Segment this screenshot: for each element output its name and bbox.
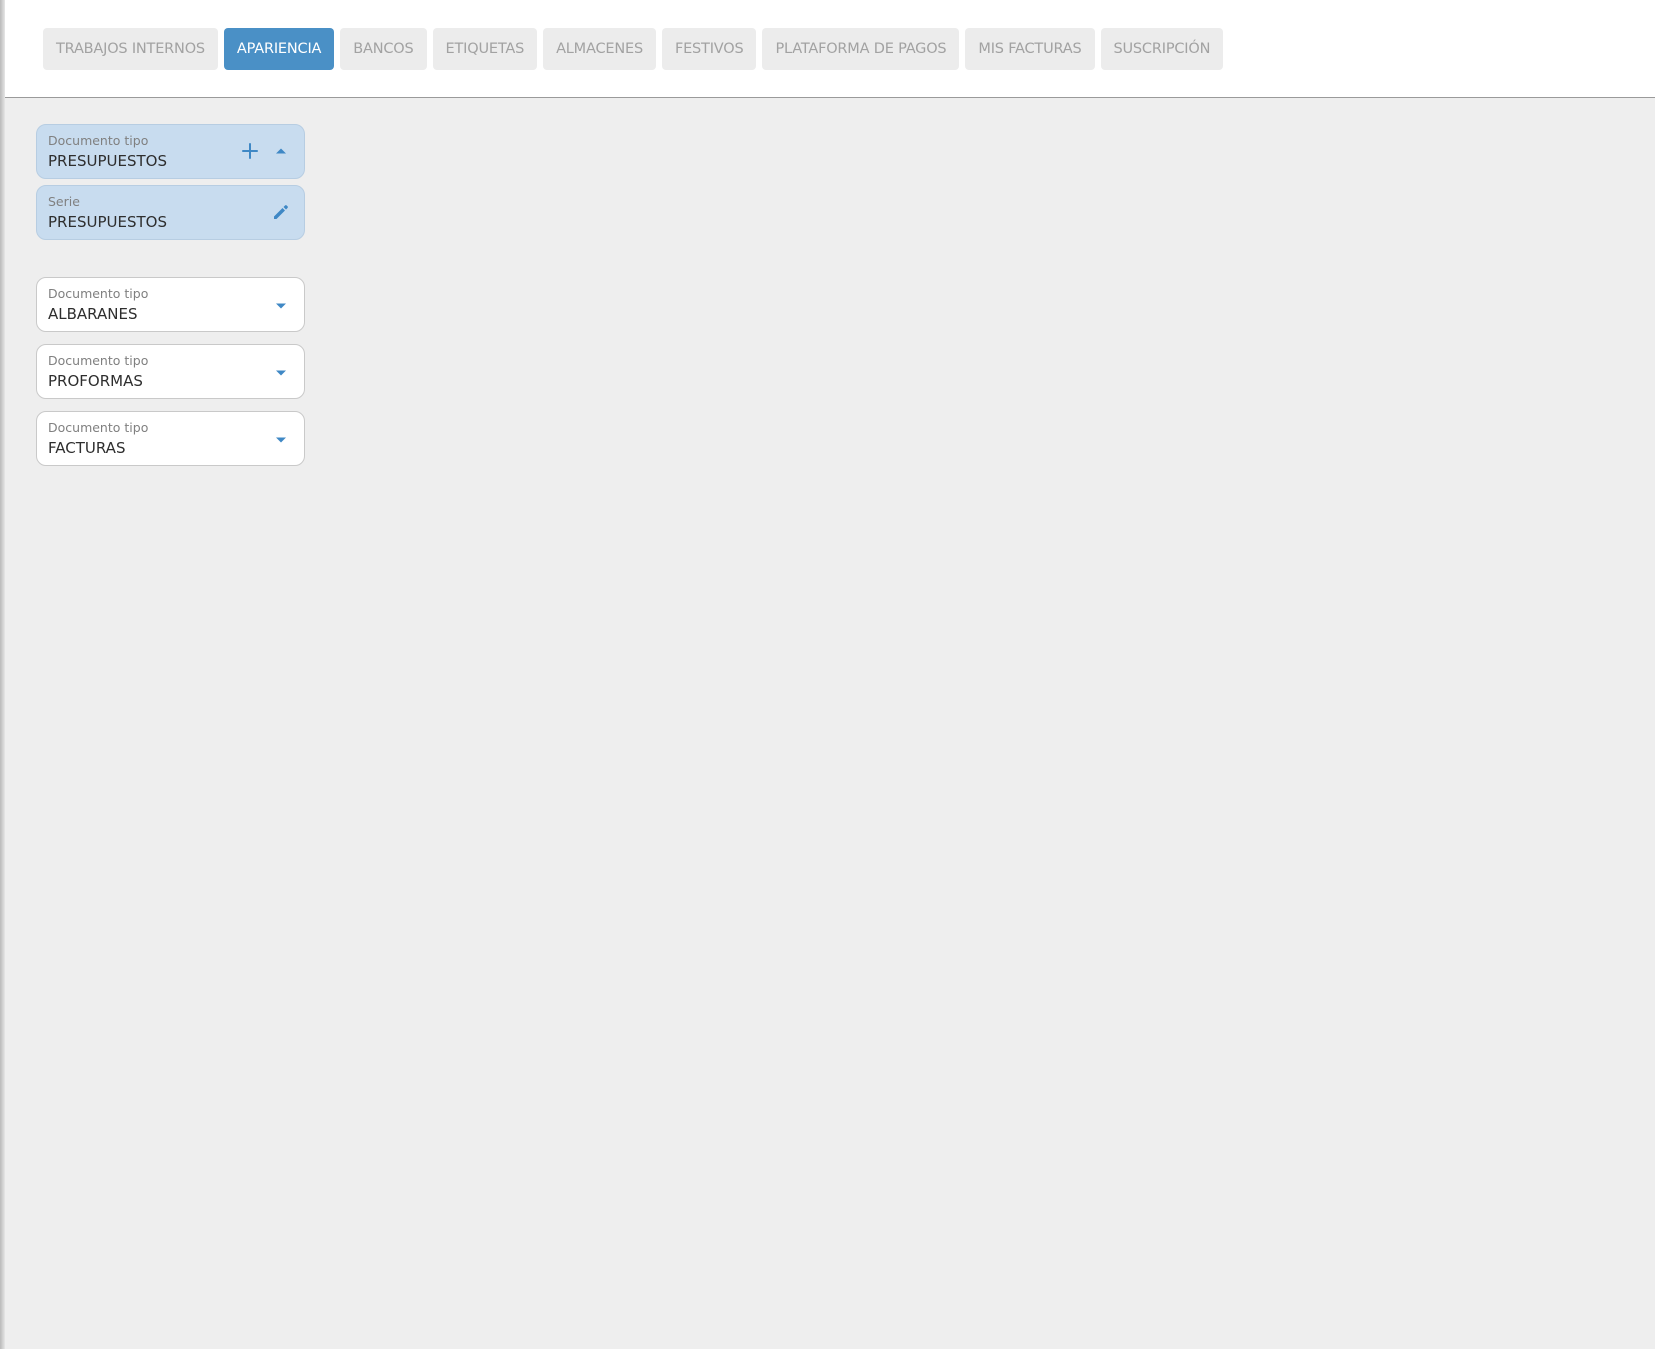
doc-type-proformas[interactable]: Documento tipo PROFORMAS — [36, 344, 305, 399]
chevron-down-icon[interactable] — [270, 429, 292, 451]
tab-apariencia[interactable]: APARIENCIA — [223, 28, 335, 70]
tab-mis-facturas[interactable]: MIS FACTURAS — [965, 28, 1095, 70]
pencil-icon[interactable] — [270, 201, 292, 223]
doc-type-albaranes[interactable]: Documento tipo ALBARANES — [36, 277, 305, 332]
serie-presupuestos[interactable]: Serie PRESUPUESTOS — [36, 185, 305, 240]
field-label: Documento tipo — [48, 420, 149, 435]
tab-festivos[interactable]: FESTIVOS — [661, 28, 757, 70]
field-value: PRESUPUESTOS — [48, 152, 167, 170]
settings-tabs: TRABAJOS INTERNOS APARIENCIA BANCOS ETIQ… — [43, 28, 1224, 70]
plus-icon[interactable] — [239, 140, 261, 162]
chevron-down-icon[interactable] — [270, 295, 292, 317]
field-value: FACTURAS — [48, 439, 126, 457]
chevron-up-icon[interactable] — [270, 140, 292, 162]
tab-suscripcion[interactable]: SUSCRIPCIÓN — [1100, 28, 1224, 70]
field-label: Documento tipo — [48, 286, 149, 301]
tab-almacenes[interactable]: ALMACENES — [543, 28, 656, 70]
app-shell: TRABAJOS INTERNOS APARIENCIA BANCOS ETIQ… — [0, 0, 1655, 1349]
tab-trabajos-internos[interactable]: TRABAJOS INTERNOS — [43, 28, 218, 70]
top-tab-bar: TRABAJOS INTERNOS APARIENCIA BANCOS ETIQ… — [5, 0, 1655, 98]
field-label: Documento tipo — [48, 353, 149, 368]
field-value: ALBARANES — [48, 305, 138, 323]
field-label: Documento tipo — [48, 133, 149, 148]
doc-type-facturas[interactable]: Documento tipo FACTURAS — [36, 411, 305, 466]
tab-plataforma-de-pagos[interactable]: PLATAFORMA DE PAGOS — [762, 28, 960, 70]
field-label: Serie — [48, 194, 80, 209]
field-value: PROFORMAS — [48, 372, 143, 390]
field-value: PRESUPUESTOS — [48, 213, 167, 231]
document-type-list: Documento tipo PRESUPUESTOS Serie PRESUP… — [36, 124, 305, 466]
tab-etiquetas[interactable]: ETIQUETAS — [432, 28, 538, 70]
left-edge-shadow — [0, 0, 5, 1349]
tab-bancos[interactable]: BANCOS — [340, 28, 427, 70]
chevron-down-icon[interactable] — [270, 362, 292, 384]
doc-type-presupuestos[interactable]: Documento tipo PRESUPUESTOS — [36, 124, 305, 179]
